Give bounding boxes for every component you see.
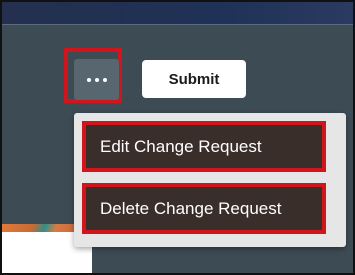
menu-item-edit-change-request[interactable]: Edit Change Request [82, 121, 326, 172]
menu-item-delete-change-request[interactable]: Delete Change Request [82, 183, 326, 234]
screenshot-frame: Submit Edit Change Request Delete Change… [0, 0, 355, 275]
more-horizontal-icon [86, 77, 107, 82]
more-actions-button[interactable] [74, 59, 119, 100]
submit-button[interactable]: Submit [142, 60, 246, 98]
actions-dropdown-menu: Edit Change Request Delete Change Reques… [74, 113, 346, 247]
top-header-bar [2, 2, 353, 25]
menu-item-label: Delete Change Request [100, 198, 282, 218]
menu-item-label: Edit Change Request [100, 136, 262, 156]
